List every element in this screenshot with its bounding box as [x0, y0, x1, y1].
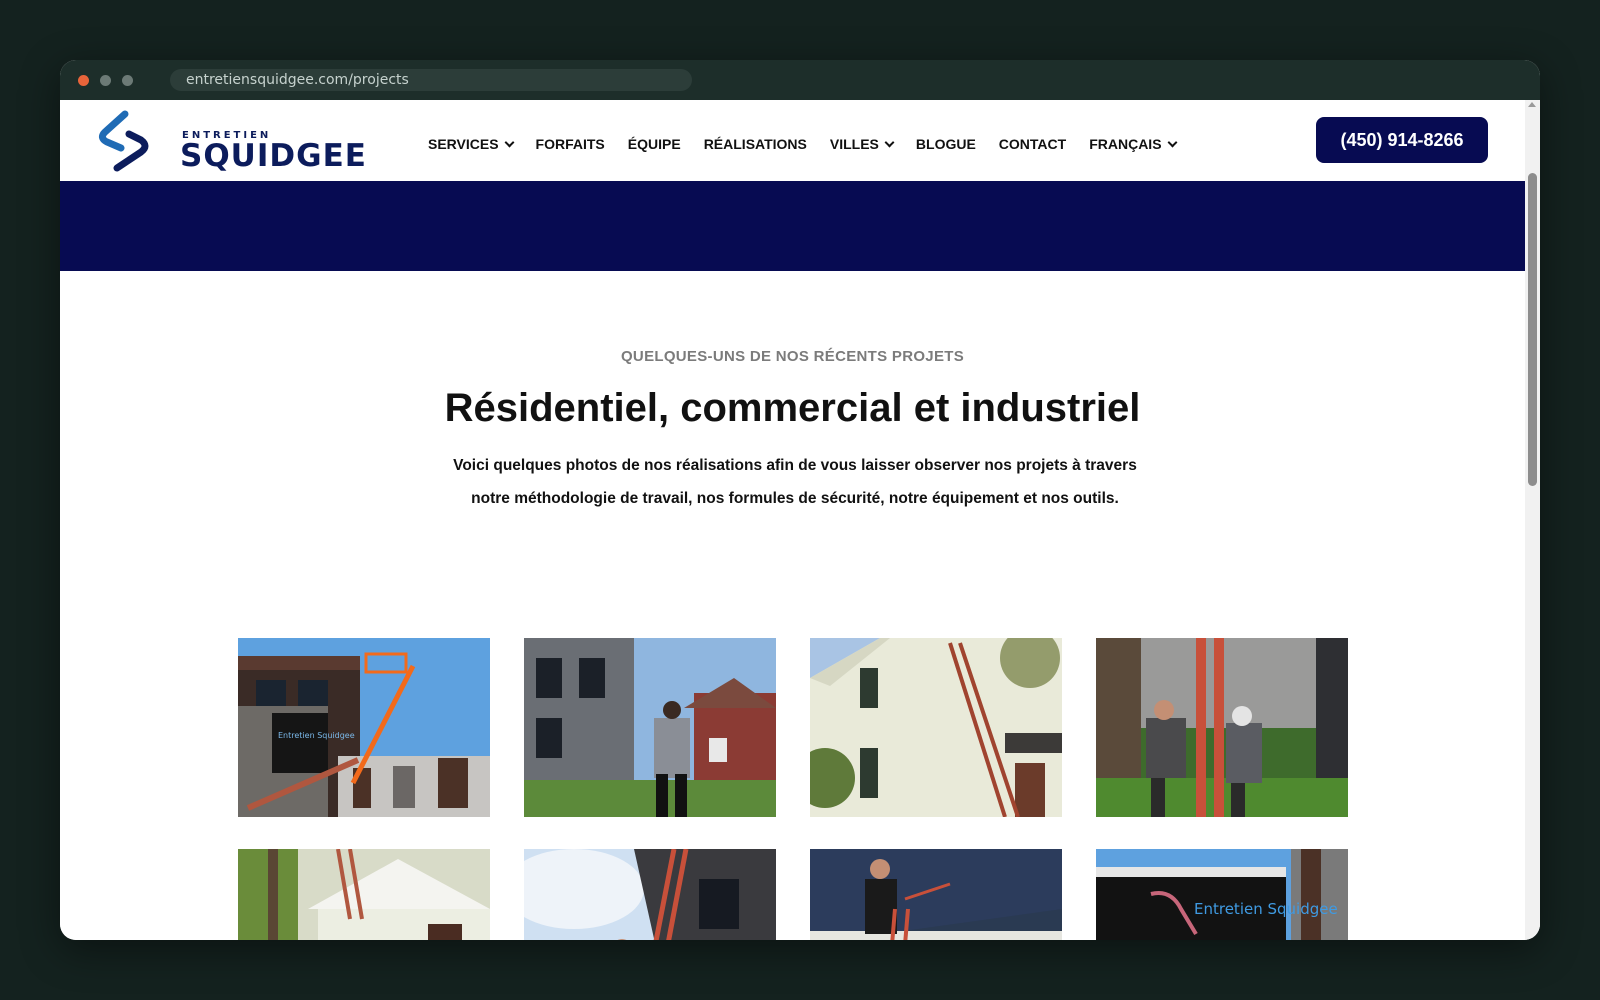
worker-townhouses-image	[524, 638, 776, 817]
gallery-photo-ladder-white-house[interactable]	[810, 638, 1062, 817]
gallery-photo-ladder-brick-wall[interactable]	[524, 849, 776, 940]
gallery-photo-aerial-lift[interactable]: Entretien Squidgee	[238, 638, 490, 817]
scrollbar-thumb[interactable]	[1528, 173, 1537, 486]
gallery-photo-white-house-entrance[interactable]	[238, 849, 490, 940]
photo-logo-text: Entretien Squidgee	[1194, 900, 1338, 918]
close-window-button[interactable]	[78, 75, 89, 86]
gallery-photo-two-workers-ladder[interactable]	[1096, 638, 1348, 817]
browser-window: entretiensquidgee.com/projects ENTRETIEN…	[60, 60, 1540, 940]
aerial-lift-image: Entretien Squidgee	[238, 638, 490, 817]
ladder-brick-wall-image	[524, 849, 776, 940]
page-viewport: ENTRETIEN SQUIDGEE SERVICES FORFAITS ÉQU…	[60, 100, 1540, 940]
gallery-photo-worker-townhouses[interactable]	[524, 638, 776, 817]
browser-titlebar: entretiensquidgee.com/projects	[60, 60, 1540, 100]
page-scrollbar[interactable]	[1525, 100, 1540, 940]
address-bar[interactable]: entretiensquidgee.com/projects	[170, 69, 692, 91]
company-trailer-image: Entretien Squidgee	[1096, 849, 1348, 940]
project-gallery: Entretien Squidgee Entretien Squidgee	[60, 100, 1525, 940]
maximize-window-button[interactable]	[122, 75, 133, 86]
white-house-entrance-image	[238, 849, 490, 940]
scroll-up-arrow-icon[interactable]	[1528, 102, 1536, 107]
two-workers-ladder-image	[1096, 638, 1348, 817]
gallery-photo-worker-on-roof[interactable]	[810, 849, 1062, 940]
ladder-white-house-image	[810, 638, 1062, 817]
photo-logo-text: Entretien Squidgee	[278, 731, 355, 740]
minimize-window-button[interactable]	[100, 75, 111, 86]
worker-on-roof-image	[810, 849, 1062, 940]
gallery-photo-company-trailer[interactable]: Entretien Squidgee	[1096, 849, 1348, 940]
